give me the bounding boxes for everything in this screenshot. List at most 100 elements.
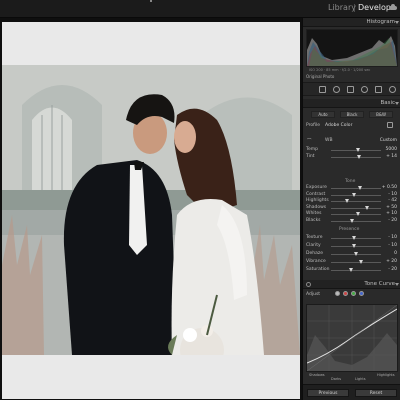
eyedropper-icon[interactable]: ⌒	[307, 138, 312, 144]
photo-wedding-couple	[2, 65, 300, 355]
profile-browser-icon[interactable]	[387, 122, 393, 128]
slider-label: Highlights	[306, 198, 329, 203]
slider-value[interactable]: + 10	[386, 211, 397, 216]
slider-track[interactable]	[331, 212, 381, 216]
module-develop-link[interactable]: Develop	[358, 3, 391, 12]
histogram-header[interactable]: Histogram	[303, 18, 400, 27]
slider-row-texture[interactable]: Texture - 10	[303, 234, 400, 242]
slider-handle[interactable]	[357, 186, 362, 190]
channel-rgb-icon[interactable]	[335, 291, 340, 296]
slider-row-vibrance[interactable]: Vibrance + 20	[303, 258, 400, 266]
slider-row-clarity[interactable]: Clarity - 10	[303, 242, 400, 250]
slider-value[interactable]: - 10	[388, 235, 397, 240]
slider-value[interactable]: + 14	[386, 154, 397, 159]
histogram-graph	[306, 29, 398, 67]
cloud-sync-icon[interactable]	[389, 4, 397, 10]
slider-handle[interactable]	[351, 244, 356, 248]
slider-track[interactable]	[331, 244, 381, 248]
slider-track[interactable]	[331, 236, 381, 240]
treatment-bw-button[interactable]: B&W	[369, 111, 393, 118]
treatment-color-button[interactable]: Black	[340, 111, 364, 118]
module-library-link[interactable]: Library	[328, 3, 356, 12]
slider-value[interactable]: - 20	[388, 218, 397, 223]
basic-header[interactable]: Basic	[303, 99, 400, 108]
slider-track[interactable]	[331, 192, 381, 197]
slider-value[interactable]: 0	[394, 251, 397, 256]
channel-blue-icon[interactable]	[359, 291, 364, 296]
slider-handle[interactable]	[358, 260, 363, 264]
channel-red-icon[interactable]	[343, 291, 348, 296]
slider-handle[interactable]	[351, 236, 356, 240]
slider-track[interactable]	[331, 199, 381, 203]
slider-handle[interactable]	[344, 199, 349, 203]
collapse-triangle-icon[interactable]	[395, 21, 399, 24]
slider-value[interactable]: 5000	[386, 147, 397, 152]
presets-icon[interactable]	[389, 86, 396, 93]
slider-row-dehaze[interactable]: Dehaze 0	[303, 250, 400, 258]
panel-toggle-icon[interactable]	[306, 282, 311, 287]
slider-track[interactable]	[331, 260, 381, 264]
curve-axis-lights: Lights	[355, 377, 366, 381]
slider-value[interactable]: - 42	[388, 198, 397, 203]
slider-label: Whites	[306, 211, 322, 216]
treatment-auto-button[interactable]: Auto	[311, 111, 335, 118]
tone-subheader: Tone	[303, 178, 400, 186]
module-separator: |	[353, 3, 356, 12]
tone-curve-graph[interactable]	[306, 304, 398, 372]
profile-value[interactable]: Adobe Color	[325, 123, 352, 128]
crop-icon[interactable]	[333, 86, 340, 93]
slider-value[interactable]: - 10	[388, 192, 397, 197]
slider-value[interactable]: - 10	[388, 243, 397, 248]
basic-title: Basic	[380, 100, 395, 106]
healing-icon[interactable]	[347, 86, 354, 93]
profile-label: Profile	[306, 123, 320, 128]
slider-handle[interactable]	[356, 212, 360, 216]
slider-track[interactable]	[331, 268, 381, 272]
tone-curve-title: Tone Curve	[364, 281, 395, 287]
collapse-triangle-icon[interactable]	[395, 102, 399, 105]
slider-handle[interactable]	[356, 148, 360, 152]
slider-label: Contrast	[306, 191, 326, 197]
slider-track[interactable]	[331, 218, 381, 223]
slider-value[interactable]: + 50	[386, 205, 397, 210]
wb-row[interactable]: ⌒ WB Custom	[303, 137, 400, 145]
slider-handle[interactable]	[349, 218, 354, 223]
curve-axis-darks: Darks	[331, 377, 342, 381]
tone-curve-header[interactable]: Tone Curve	[303, 280, 400, 289]
photo-preview[interactable]	[2, 65, 300, 355]
slider-track[interactable]	[331, 186, 381, 190]
slider-row-blacks[interactable]: Blacks - 20	[303, 217, 400, 225]
histogram-svg	[307, 36, 397, 66]
previous-button[interactable]: Previous	[307, 389, 349, 397]
slider-value[interactable]: + 20	[386, 259, 397, 264]
histogram-title: Histogram	[366, 19, 395, 25]
profile-row[interactable]: Profile Adobe Color	[303, 122, 400, 130]
slider-track[interactable]	[331, 155, 381, 159]
slider-row-saturation[interactable]: Saturation - 20	[303, 266, 400, 274]
module-picker-bar: Library | Develop	[0, 0, 400, 18]
collapse-triangle-icon[interactable]	[395, 283, 399, 286]
curve-axis-shadows: Shadows	[309, 373, 325, 377]
slider-track[interactable]	[331, 252, 381, 256]
slider-handle[interactable]	[348, 268, 353, 272]
photo-frame	[2, 22, 300, 399]
red-eye-icon[interactable]	[375, 86, 382, 93]
masking-icon[interactable]	[361, 86, 368, 93]
slider-handle[interactable]	[356, 155, 361, 159]
slider-track[interactable]	[331, 205, 381, 210]
slider-label: Saturation	[306, 267, 330, 272]
edit-sliders-icon[interactable]	[319, 86, 326, 93]
slider-track[interactable]	[331, 148, 381, 152]
presence-label: Presence	[339, 227, 360, 232]
channel-green-icon[interactable]	[351, 291, 356, 296]
slider-row-tint[interactable]: Tint + 14	[303, 153, 400, 161]
tool-strip	[303, 82, 400, 96]
slider-handle[interactable]	[353, 252, 358, 256]
slider-handle[interactable]	[352, 192, 356, 197]
wb-value[interactable]: Custom	[380, 138, 397, 143]
reset-button[interactable]: Reset	[355, 389, 397, 397]
slider-label: Tint	[306, 154, 315, 159]
slider-handle[interactable]	[364, 205, 369, 210]
slider-value[interactable]: - 20	[388, 267, 397, 272]
curve-channel-row: Adjust	[303, 291, 400, 299]
